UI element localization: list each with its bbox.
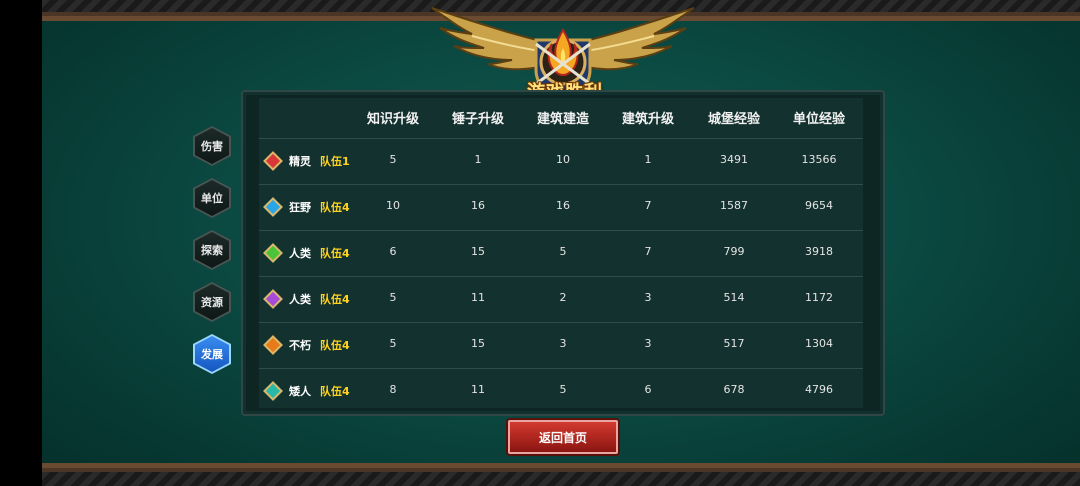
tab-development[interactable]: 发展 (193, 334, 231, 374)
race-name: 狂野 (289, 201, 311, 214)
player-color-icon (263, 335, 283, 355)
stat-cell: 11 (471, 383, 485, 396)
table-row: 人类 队伍4 5 11 2 3 514 1172 (259, 276, 863, 322)
stat-cell: 6 (644, 383, 652, 396)
stat-cell: 6 (389, 245, 397, 258)
player-color-icon (263, 289, 283, 309)
tab-units[interactable]: 单位 (193, 178, 231, 218)
stat-cell: 799 (723, 245, 745, 258)
tab-resources[interactable]: 资源 (193, 282, 231, 322)
stat-cell: 1587 (720, 199, 748, 212)
column-header: 单位经验 (792, 112, 845, 127)
table-row: 精灵 队伍1 5 1 10 1 3491 13566 (259, 138, 863, 184)
table-row: 不朽 队伍4 5 15 3 3 517 1304 (259, 322, 863, 368)
stat-cell: 3 (559, 337, 567, 350)
column-header: 知识升级 (366, 112, 419, 127)
stat-cell: 3 (644, 291, 652, 304)
team-name: 队伍1 (320, 155, 350, 168)
stat-cell: 15 (471, 337, 485, 350)
stat-cell: 514 (723, 291, 745, 304)
stat-cell: 13566 (801, 153, 837, 166)
tab-explore-label: 探索 (195, 232, 229, 268)
bottom-border (42, 463, 1080, 486)
race-name: 人类 (289, 293, 311, 306)
stat-cell: 7 (644, 199, 652, 212)
stat-cell: 4796 (805, 383, 833, 396)
race-name: 不朽 (289, 339, 311, 352)
stat-cell: 10 (386, 199, 400, 212)
stat-cell: 1172 (805, 291, 833, 304)
stat-cell: 8 (389, 383, 397, 396)
stat-cell: 11 (471, 291, 485, 304)
team-name: 队伍4 (320, 201, 350, 214)
stats-panel: 知识升级 锤子升级 建筑建造 建筑升级 城堡经验 单位经验 精灵 队伍1 5 1… (241, 90, 885, 416)
stat-cell: 1 (644, 153, 652, 166)
stat-cell: 15 (471, 245, 485, 258)
tab-damage-label: 伤害 (195, 128, 229, 164)
table-row: 矮人 队伍4 8 11 5 6 678 4796 (259, 368, 863, 414)
stat-cell: 3491 (720, 153, 748, 166)
stat-cell: 16 (556, 199, 570, 212)
race-name: 矮人 (289, 385, 311, 398)
team-name: 队伍4 (320, 385, 350, 398)
stat-cell: 5 (559, 245, 567, 258)
stat-cell: 5 (389, 153, 397, 166)
stat-cell: 678 (723, 383, 745, 396)
column-header: 建筑建造 (536, 112, 589, 127)
stat-cell: 2 (559, 291, 567, 304)
stat-cell: 5 (389, 291, 397, 304)
team-name: 队伍4 (320, 293, 350, 306)
stat-cell: 517 (723, 337, 745, 350)
stat-cell: 7 (644, 245, 652, 258)
player-color-icon (263, 197, 283, 217)
tab-explore[interactable]: 探索 (193, 230, 231, 270)
stat-cell: 3 (644, 337, 652, 350)
stat-cell: 9654 (805, 199, 833, 212)
stat-cell: 3918 (805, 245, 833, 258)
stat-cell: 5 (559, 383, 567, 396)
return-home-button[interactable]: 返回首页 (508, 420, 618, 454)
stat-cell: 1 (474, 153, 482, 166)
tab-units-label: 单位 (195, 180, 229, 216)
tab-resources-label: 资源 (195, 284, 229, 320)
team-name: 队伍4 (320, 339, 350, 352)
game-scene: 游戏胜利 伤害 单位 探索 资源 发展 知识升级 锤子升级 建筑建造 建筑升级 … (42, 0, 1080, 486)
race-name: 人类 (289, 247, 311, 260)
column-header: 锤子升级 (451, 112, 504, 127)
stat-cell: 1304 (805, 337, 833, 350)
player-color-icon (263, 243, 283, 263)
team-name: 队伍4 (320, 247, 350, 260)
stat-cell: 10 (556, 153, 570, 166)
stat-cell: 16 (471, 199, 485, 212)
player-color-icon (263, 151, 283, 171)
stat-cell: 5 (389, 337, 397, 350)
table-row: 狂野 队伍4 10 16 16 7 1587 9654 (259, 184, 863, 230)
column-header: 建筑升级 (621, 112, 674, 127)
player-color-icon (263, 381, 283, 401)
race-name: 精灵 (289, 155, 311, 168)
column-header: 城堡经验 (707, 112, 760, 127)
stats-table: 知识升级 锤子升级 建筑建造 建筑升级 城堡经验 单位经验 精灵 队伍1 5 1… (259, 98, 863, 408)
tab-damage[interactable]: 伤害 (193, 126, 231, 166)
table-row: 人类 队伍4 6 15 5 7 799 3918 (259, 230, 863, 276)
tab-development-label: 发展 (195, 336, 229, 372)
